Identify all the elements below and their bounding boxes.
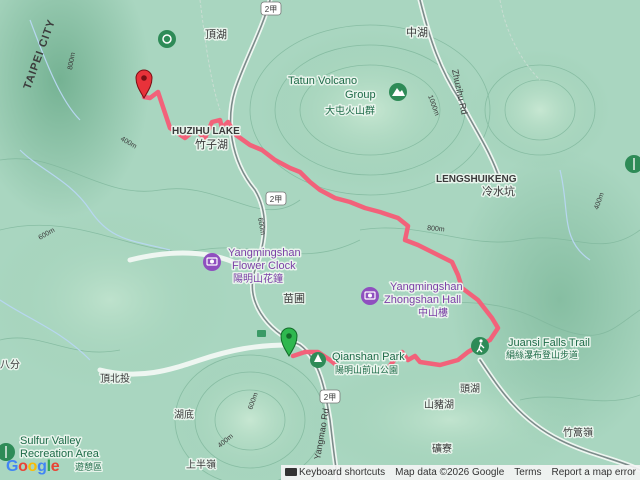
label-juansi-en: Juansi Falls Trail [508,337,590,349]
label-shanzhuhu: 山豬湖 [424,398,454,411]
camera-icon-flower-clock[interactable] [203,253,221,271]
report-error-link[interactable]: Report a map error [552,467,636,478]
label-sulfur-zh: 遊憩區 [75,461,102,472]
label-zhongshan-en2: Zhongshan Hall [384,294,461,306]
label-qianshan-en: Qianshan Park [332,351,405,363]
route-shield-mid: 2甲 [265,191,287,206]
label-tatun-en2: Group [345,89,376,101]
hiker-icon-juansi[interactable] [471,337,489,355]
label-dingbeitou: 頂北投 [100,372,130,385]
svg-text:2甲: 2甲 [270,195,282,204]
svg-text:2甲: 2甲 [324,393,336,402]
label-zhuzihu-en: HUZIHU LAKE [172,126,240,137]
keyboard-icon [284,468,297,477]
tree-icon-qianshan[interactable] [310,352,326,368]
label-flower-clock-en2: Flower Clock [232,260,296,272]
label-miaopu: 苗圃 [283,292,305,305]
label-dingtian: 頂湖 [205,28,227,41]
label-zhongshan-en1: Yangmingshan [390,281,463,293]
label-shangbanling: 上半嶺 [186,458,216,471]
label-zhongshan-zh: 中山樓 [418,306,448,319]
mountain-icon[interactable] [389,83,407,101]
label-zhuzaihu: 竹篙嶺 [563,426,593,439]
label-sulfur-en1: Sulfur Valley [20,435,81,447]
park-icon-top[interactable] [158,30,176,48]
label-zhonghu: 中湖 [406,26,428,39]
route-shield-top: 2甲 [260,1,282,16]
keyboard-shortcuts-label: Keyboard shortcuts [298,467,386,478]
label-flower-clock-zh: 陽明山花鐘 [233,272,283,285]
label-tatun-en1: Tatun Volcano [288,75,357,87]
camera-icon-zhongshan[interactable] [361,287,379,305]
svg-text:2甲: 2甲 [265,5,277,14]
google-logo[interactable]: Google [6,458,60,476]
keyboard-shortcuts-link[interactable]: Keyboard shortcuts [284,467,386,478]
label-lengshuikeng-en: LENGSHUIKENG [436,174,517,185]
label-zhuzihu-zh: 竹子湖 [195,137,228,151]
map-data-text: Map data ©2026 Google [395,467,505,478]
label-tatun-zh: 大屯火山群 [325,104,375,117]
route-shield-bottom: 2甲 [319,389,341,404]
label-juansi-zh: 絹絲瀑布登山步道 [506,349,578,360]
label-bafen: 八分 [0,359,20,371]
label-hudi: 湖底 [174,408,194,421]
label-flower-clock-en1: Yangmingshan [228,247,301,259]
map-attribution-bar: Keyboard shortcuts Map data ©2026 Google… [280,465,640,480]
label-lengshuikeng-zh: 冷水坑 [482,184,515,198]
label-touhu: 頭湖 [460,383,480,395]
terms-link[interactable]: Terms [514,467,541,478]
label-kuangliao: 礦寮 [432,442,452,455]
terrain-map[interactable]: 2甲 2甲 2甲 TAIPEI CITY 頂湖 中湖 HUZIHU LAKE 竹… [0,0,640,480]
parking-icon [257,330,266,337]
label-qianshan-zh: 陽明山前山公園 [335,364,398,375]
